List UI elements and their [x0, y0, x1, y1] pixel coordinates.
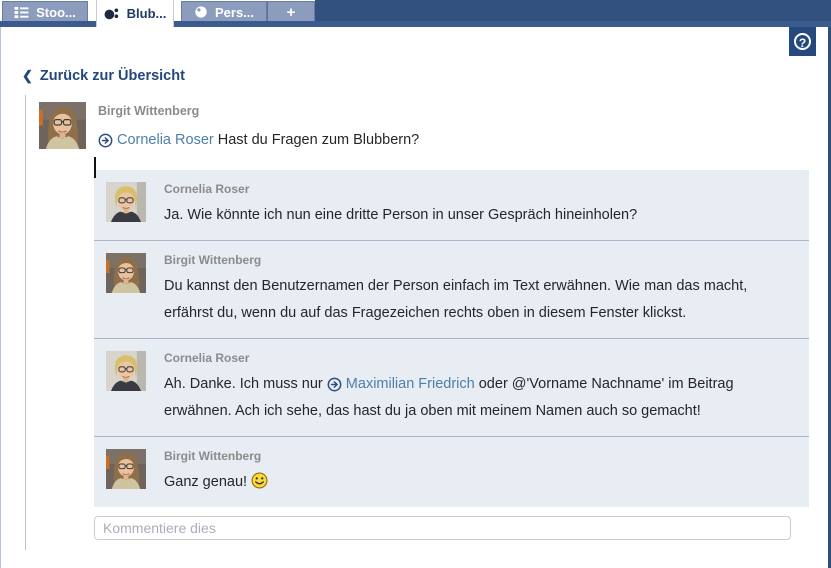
blubber-thread: Birgit Wittenberg Cornelia Roser Hast du…	[25, 95, 828, 550]
chevron-left-icon: ❮	[22, 68, 33, 84]
author-name: Cornelia Roser	[164, 182, 637, 196]
author-name: Birgit Wittenberg	[164, 253, 793, 267]
author-name: Cornelia Roser	[164, 351, 793, 365]
tab-bar: Stoo... Blub... Pers... +	[0, 0, 831, 27]
tab-stoo[interactable]: Stoo...	[2, 1, 88, 22]
mention-link-cornelia-roser[interactable]: Cornelia Roser	[98, 132, 214, 148]
comment-text: Ah. Danke. Ich muss nur Maximilian Fried…	[164, 371, 793, 425]
avatar-cornelia-roser[interactable]	[106, 182, 146, 222]
root-message: Cornelia Roser Hast du Fragen zum Blubbe…	[98, 132, 419, 148]
comment-text: Ganz genau!	[164, 469, 268, 496]
help-button[interactable]: ?	[789, 27, 816, 56]
comment: Cornelia Roser Ah. Danke. Ich muss nur M…	[94, 338, 809, 436]
tab-label: Stoo...	[36, 5, 76, 20]
globe-icon	[194, 5, 208, 19]
arrow-circle-icon	[327, 377, 342, 392]
app-window: Stoo... Blub... Pers... + ? ❮ Zurück zur…	[0, 0, 831, 568]
question-mark-icon: ?	[794, 33, 811, 50]
author-name: Birgit Wittenberg	[98, 104, 419, 118]
root-message-text: Hast du Fragen zum Blubbern?	[214, 132, 420, 148]
smiley-emoticon	[251, 472, 268, 489]
mention-label: Cornelia Roser	[117, 132, 214, 148]
author-name: Birgit Wittenberg	[164, 449, 268, 463]
comment-body: Cornelia Roser Ja. Wie könnte ich nun ei…	[164, 182, 637, 229]
tab-label: Pers...	[215, 5, 254, 20]
blubber-dots-icon	[104, 7, 120, 21]
avatar-birgit-wittenberg[interactable]	[106, 449, 146, 489]
blubber-panel: ? ❮ Zurück zur Übersicht Birgit Wittenbe…	[0, 27, 831, 568]
mention-label: Maximilian Friedrich	[346, 371, 475, 398]
tab-new[interactable]: +	[267, 1, 315, 22]
comment-text-before: Ah. Danke. Ich muss nur	[164, 376, 327, 392]
tab-blubber[interactable]: Blub...	[96, 0, 174, 27]
comment: Birgit Wittenberg Ganz genau!	[94, 436, 809, 507]
text-cursor	[94, 157, 96, 178]
comment: Cornelia Roser Ja. Wie könnte ich nun ei…	[94, 170, 809, 240]
comment-text: Ja. Wie könnte ich nun eine dritte Perso…	[164, 202, 637, 229]
arrow-circle-icon	[98, 133, 113, 148]
comment-text: Du kannst den Benutzernamen der Person e…	[164, 273, 793, 327]
avatar-birgit-wittenberg[interactable]	[39, 102, 86, 149]
comment-body: Cornelia Roser Ah. Danke. Ich muss nur M…	[164, 351, 793, 425]
mention-link-maximilian-friedrich[interactable]: Maximilian Friedrich	[327, 371, 475, 398]
avatar-cornelia-roser[interactable]	[106, 351, 146, 391]
list-icon	[14, 6, 29, 19]
plus-icon: +	[287, 4, 296, 21]
comment-input[interactable]	[94, 516, 791, 540]
comment-text-span: Ganz genau!	[164, 474, 247, 490]
tab-label: Blub...	[127, 6, 167, 21]
comment-body: Birgit Wittenberg Ganz genau!	[164, 449, 268, 496]
root-post-body: Birgit Wittenberg Cornelia Roser Hast du…	[98, 102, 419, 149]
comment-body: Birgit Wittenberg Du kannst den Benutzer…	[164, 253, 793, 327]
back-link-label: Zurück zur Übersicht	[40, 68, 185, 84]
avatar-birgit-wittenberg[interactable]	[106, 253, 146, 293]
tab-pers[interactable]: Pers...	[181, 1, 267, 22]
root-post: Birgit Wittenberg Cornelia Roser Hast du…	[26, 95, 828, 149]
comments-list: Cornelia Roser Ja. Wie könnte ich nun ei…	[94, 170, 809, 507]
comment: Birgit Wittenberg Du kannst den Benutzer…	[94, 240, 809, 338]
back-link[interactable]: ❮ Zurück zur Übersicht	[22, 68, 185, 84]
